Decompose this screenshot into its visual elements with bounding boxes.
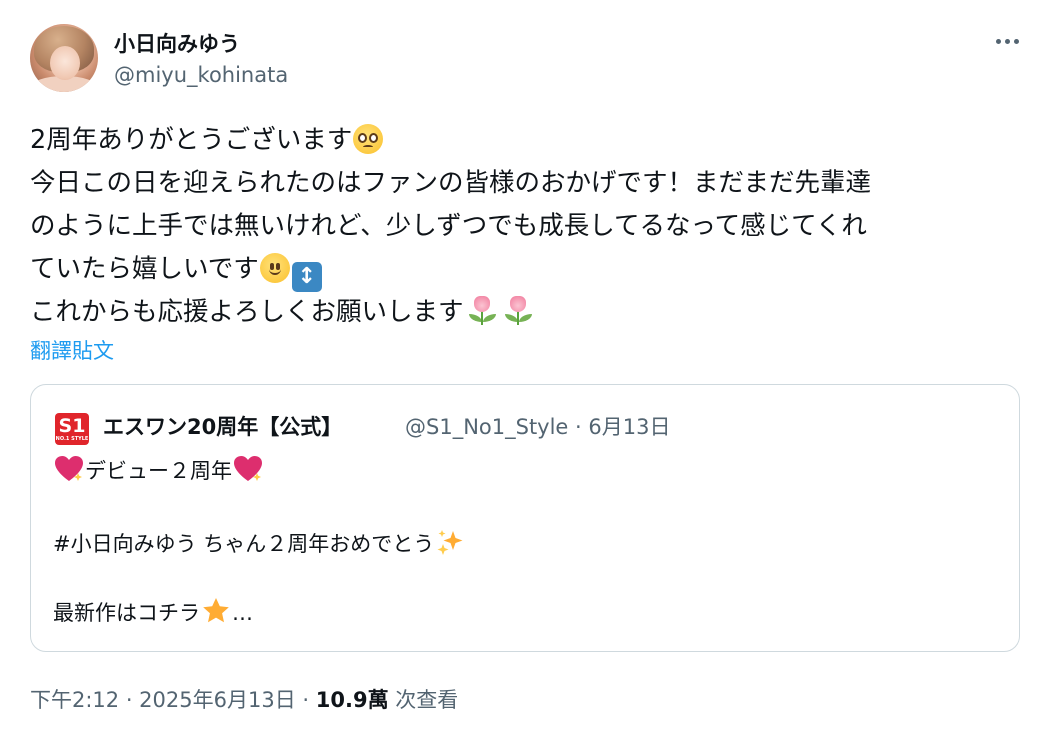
- quoted-ellipsis: …: [232, 601, 253, 625]
- tulip-emoji: [465, 296, 499, 326]
- quoted-author-meta[interactable]: @S1_No1_Style · 6月13日: [405, 411, 670, 441]
- tulip-emoji: [501, 296, 535, 326]
- tweet-text: 2周年ありがとうございます 今日この日を迎えられたのはファンの皆様のおかげです！…: [30, 119, 1020, 334]
- tweet-line-1-text: 2周年ありがとうございます: [30, 125, 353, 155]
- quoted-line-1: デビュー２周年: [53, 455, 264, 485]
- sparkling-heart-emoji: [54, 455, 84, 483]
- tweet-line-4: ていたら嬉しいです ↕: [30, 248, 1020, 292]
- more-dot-icon: [1004, 38, 1010, 44]
- more-options-button[interactable]: [990, 30, 1024, 52]
- view-count-label: 次查看: [388, 688, 459, 712]
- slightly-smiling-face-emoji: [259, 253, 290, 283]
- up-down-arrow-emoji: ↕: [291, 262, 322, 292]
- author-handle[interactable]: @miyu_kohinata: [114, 63, 288, 87]
- sparkles-emoji: [435, 527, 465, 557]
- quoted-author-avatar[interactable]: S1 NO.1 STYLE: [55, 413, 89, 445]
- star-emoji: [201, 596, 231, 626]
- quoted-author-name[interactable]: エスワン20周年【公式】: [103, 411, 342, 441]
- tweet-line-5-text: これからも応援よろしくお願いします: [30, 297, 464, 327]
- view-count: 10.9萬: [315, 688, 389, 712]
- tweet-line-4-text: ていたら嬉しいです: [30, 254, 259, 284]
- quoted-tweet-card[interactable]: S1 NO.1 STYLE エスワン20周年【公式】 @S1_No1_Style…: [30, 384, 1020, 652]
- translate-post-link[interactable]: 翻譯貼文: [30, 335, 114, 365]
- author-display-name[interactable]: 小日向みゆう: [114, 28, 240, 58]
- quoted-line-3-text: 最新作はコチラ: [53, 601, 200, 625]
- tweet-timestamp[interactable]: 下午2:12 · 2025年6月13日: [30, 688, 296, 712]
- tweet-line-2: 今日この日を迎えられたのはファンの皆様のおかげです！まだまだ先輩達: [30, 168, 871, 198]
- quoted-line-2: #小日向みゆう ちゃん２周年おめでとう: [53, 527, 466, 558]
- author-avatar[interactable]: [30, 24, 98, 92]
- more-dot-icon: [995, 38, 1001, 44]
- tweet-line-3: のように上手では無いけれど、少しずつでも成長してるなって感じてくれ: [30, 211, 867, 241]
- quoted-line-1-text: デビュー２周年: [85, 459, 232, 483]
- quoted-line-3: 最新作はコチラ …: [53, 596, 253, 627]
- pleading-face-emoji: [353, 124, 384, 154]
- tweet-line-1: 2周年ありがとうございます: [30, 119, 1020, 162]
- quoted-hashtag-text[interactable]: #小日向みゆう ちゃん２周年おめでとう: [53, 532, 434, 556]
- avatar-face: [50, 46, 80, 80]
- tweet-line-5: これからも応援よろしくお願いします: [30, 291, 1020, 334]
- quoted-avatar-logo-text: S1: [58, 415, 86, 437]
- more-dot-icon: [1013, 38, 1019, 44]
- tweet: 小日向みゆう @miyu_kohinata 2周年ありがとうございます 今日この…: [0, 0, 1037, 746]
- quoted-avatar-logo-subtext: NO.1 STYLE: [55, 436, 89, 442]
- tweet-footer-meta: 下午2:12 · 2025年6月13日 · 10.9萬 次查看: [30, 684, 458, 714]
- sparkling-heart-emoji: [233, 455, 263, 483]
- footer-separator: ·: [295, 688, 316, 712]
